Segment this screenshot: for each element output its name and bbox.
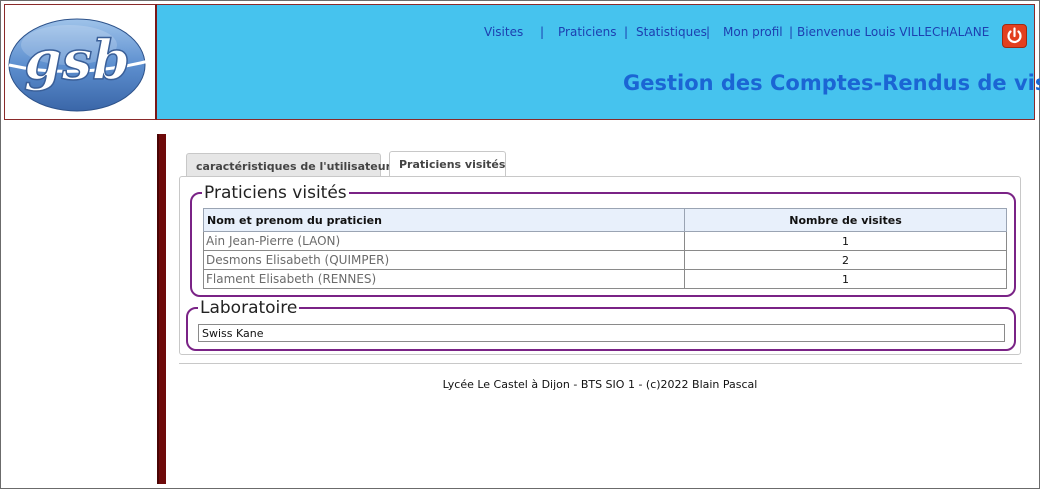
nav-mon-profil-link[interactable]: Mon profil xyxy=(723,25,783,39)
column-header-name: Nom et prenom du praticien xyxy=(203,208,685,232)
praticien-name: Flament Elisabeth (RENNES) xyxy=(203,269,685,289)
nav-visites-link[interactable]: Visites xyxy=(484,25,523,39)
nav-separator: | xyxy=(789,25,794,39)
praticiens-table: Nom et prenom du praticien Nombre de vis… xyxy=(203,208,1007,289)
tab-praticiens-visites[interactable]: Praticiens visités xyxy=(389,151,506,177)
praticien-name: Desmons Elisabeth (QUIMPER) xyxy=(203,250,685,270)
logout-button[interactable] xyxy=(1002,24,1027,48)
footer-text: Lycée Le Castel à Dijon - BTS SIO 1 - (c… xyxy=(442,378,758,391)
column-header-visits: Nombre de visites xyxy=(684,208,1007,232)
praticien-name: Ain Jean-Pierre (LAON) xyxy=(203,231,685,251)
nav-statistiques[interactable]: Statistiques xyxy=(636,25,707,39)
welcome-text: Bienvenue Louis VILLECHALANE xyxy=(797,25,990,39)
laboratoire-legend: Laboratoire xyxy=(200,298,298,318)
praticiens-legend: Praticiens visités xyxy=(204,183,347,203)
visit-count: 2 xyxy=(684,250,1007,270)
nav-praticiens[interactable]: Praticiens xyxy=(558,25,617,39)
table-row: Desmons Elisabeth (QUIMPER) 2 xyxy=(203,250,1007,270)
table-row: Flament Elisabeth (RENNES) 1 xyxy=(203,269,1007,289)
nav-separator: | xyxy=(624,25,629,39)
header-bar xyxy=(4,4,1035,120)
table-header-row: Nom et prenom du praticien Nombre de vis… xyxy=(203,208,1007,232)
gsb-logo-image: gsb xyxy=(8,18,154,112)
laboratoire-value: Swiss Kane xyxy=(198,324,1005,342)
nav-praticiens-link[interactable]: Praticiens xyxy=(558,25,617,39)
footer-divider xyxy=(179,363,1022,364)
nav-mon-profil[interactable]: Mon profil xyxy=(723,25,783,39)
table-row: Ain Jean-Pierre (LAON) 1 xyxy=(203,231,1007,251)
nav-separator: | xyxy=(540,25,545,39)
nav-statistiques-link[interactable]: Statistiques xyxy=(636,25,707,39)
gsb-logo[interactable]: gsb xyxy=(4,4,157,120)
app-title: Gestion des Comptes-Rendus de visites xyxy=(623,71,1040,95)
power-icon xyxy=(1007,27,1022,43)
nav-separator: | xyxy=(706,25,711,39)
left-sidebar-bar xyxy=(157,134,166,484)
visit-count: 1 xyxy=(684,269,1007,289)
tab-caracteristiques-utilisateur[interactable]: caractéristiques de l'utilisateur xyxy=(186,153,391,177)
visit-count: 1 xyxy=(684,231,1007,251)
logo-text: gsb xyxy=(24,28,130,92)
nav-visites[interactable]: Visites xyxy=(484,25,523,39)
